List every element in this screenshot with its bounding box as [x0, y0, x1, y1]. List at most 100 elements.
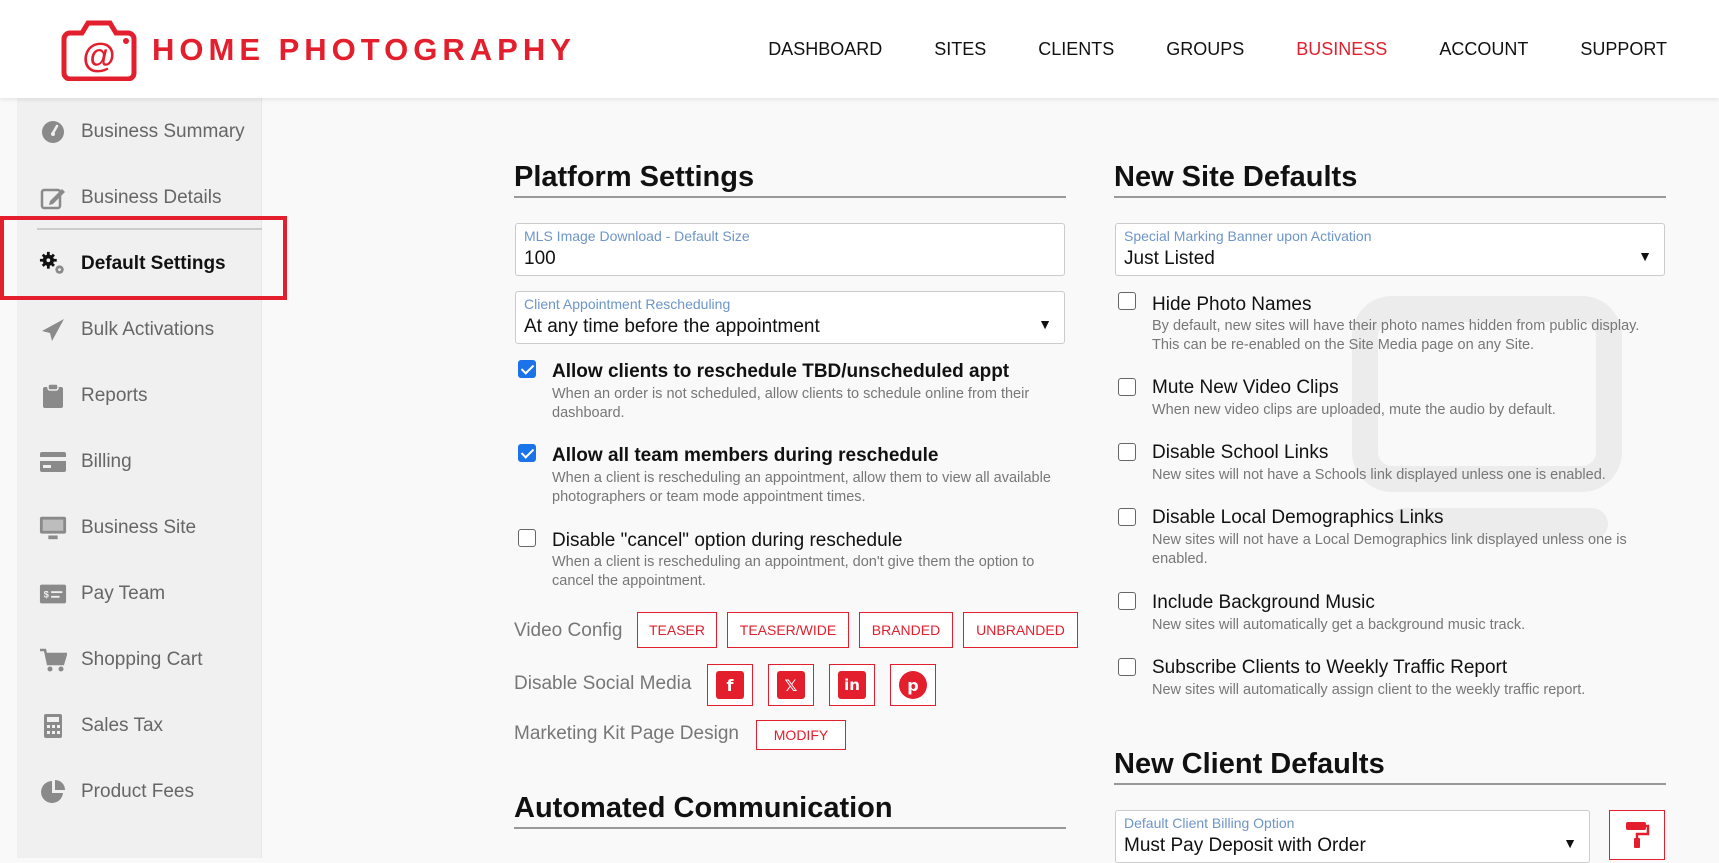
clipboard-icon: [39, 382, 67, 410]
sidebar-item-label: Pay Team: [81, 583, 166, 604]
video-branded-button[interactable]: BRANDED: [859, 612, 953, 648]
checkbox-description: New sites will automatically get a backg…: [1152, 617, 1526, 633]
nav-groups[interactable]: GROUPS: [1166, 39, 1244, 60]
all-team-members-checkbox[interactable]: [518, 444, 536, 462]
sidebar-item-label: Business Details: [81, 187, 222, 208]
brand-name[interactable]: HOME PHOTOGRAPHY: [152, 32, 576, 68]
field-label: Client Appointment Rescheduling: [524, 296, 731, 312]
background-music-checkbox[interactable]: [1118, 592, 1136, 610]
nav-support[interactable]: SUPPORT: [1580, 39, 1667, 60]
paper-plane-icon: [39, 316, 67, 344]
linkedin-toggle[interactable]: in: [829, 664, 875, 706]
x-twitter-toggle[interactable]: 𝕏: [768, 664, 814, 706]
sidebar-item-label: Business Site: [81, 517, 197, 538]
sidebar-item-label: Reports: [81, 385, 148, 406]
cart-icon: [39, 646, 67, 674]
sidebar-item-label: Product Fees: [81, 781, 194, 802]
disable-social-label: Disable Social Media: [514, 673, 692, 694]
nav-dashboard[interactable]: DASHBOARD: [768, 39, 882, 60]
sidebar-item-bulk-activations[interactable]: Bulk Activations: [17, 300, 262, 360]
marking-banner-select[interactable]: Special Marking Banner upon Activation J…: [1115, 223, 1665, 276]
new-client-defaults-title: New Client Defaults: [1114, 748, 1666, 785]
facebook-toggle[interactable]: f: [707, 664, 753, 706]
weekly-traffic-report-checkbox[interactable]: [1118, 658, 1136, 676]
field-value: Just Listed: [1124, 248, 1215, 269]
reschedule-select[interactable]: Client Appointment Rescheduling At any t…: [515, 291, 1065, 344]
sidebar-item-label: Shopping Cart: [81, 649, 203, 670]
video-unbranded-button[interactable]: UNBRANDED: [963, 612, 1078, 648]
platform-settings-title: Platform Settings: [514, 161, 1066, 198]
camera-at-logo-icon[interactable]: @: [60, 15, 138, 81]
gauge-icon: [39, 118, 67, 146]
marketing-kit-label: Marketing Kit Page Design: [514, 723, 739, 744]
new-site-defaults-title: New Site Defaults: [1114, 161, 1666, 198]
checkbox-description: New sites will not have a Local Demograp…: [1152, 532, 1627, 567]
money-check-icon: $: [39, 580, 67, 608]
checkbox-title: Disable "cancel" option during reschedul…: [552, 530, 903, 551]
sidebar-item-business-site[interactable]: Business Site: [17, 498, 262, 558]
checkbox-title: Include Background Music: [1152, 592, 1375, 613]
sidebar-item-label: Billing: [81, 451, 132, 472]
checkbox-title: Allow all team members during reschedule: [552, 445, 939, 466]
checkbox-description: When new video clips are uploaded, mute …: [1152, 402, 1556, 418]
checkbox-description: New sites will not have a Schools link d…: [1152, 467, 1606, 483]
sidebar-item-sales-tax[interactable]: Sales Tax: [17, 696, 262, 756]
calculator-icon: [39, 712, 67, 740]
sidebar-item-product-fees[interactable]: Product Fees: [17, 762, 262, 822]
checkbox-description: By default, new sites will have their ph…: [1152, 318, 1640, 353]
svg-text:@: @: [82, 37, 115, 75]
video-teaser-wide-button[interactable]: TEASER/WIDE: [727, 612, 849, 648]
nav-clients[interactable]: CLIENTS: [1038, 39, 1114, 60]
edit-icon: [39, 184, 67, 212]
caret-down-icon: ▼: [1638, 248, 1652, 264]
video-teaser-button[interactable]: TEASER: [637, 612, 717, 648]
facebook-icon: f: [716, 671, 744, 699]
checkbox-title: Mute New Video Clips: [1152, 377, 1339, 398]
checkbox-title: Disable Local Demographics Links: [1152, 507, 1444, 528]
monitor-icon: [39, 514, 67, 542]
nav-account[interactable]: ACCOUNT: [1439, 39, 1528, 60]
checkbox-description: When an order is not scheduled, allow cl…: [552, 386, 1030, 421]
checkbox-title: Subscribe Clients to Weekly Traffic Repo…: [1152, 657, 1508, 678]
video-config-label: Video Config: [514, 620, 623, 641]
checkbox-title: Allow clients to reschedule TBD/unschedu…: [552, 361, 1010, 382]
sidebar-item-billing[interactable]: Billing: [17, 432, 262, 492]
field-label: MLS Image Download - Default Size: [524, 228, 750, 244]
caret-down-icon: ▼: [1563, 835, 1577, 851]
checkbox-title: Disable School Links: [1152, 442, 1329, 463]
apply-billing-button[interactable]: [1609, 810, 1665, 860]
linkedin-icon: in: [838, 671, 866, 699]
mls-image-size-field[interactable]: MLS Image Download - Default Size 100: [515, 223, 1065, 276]
sidebar-item-label: Bulk Activations: [81, 319, 215, 340]
field-label: Default Client Billing Option: [1124, 815, 1295, 831]
hide-photo-names-checkbox[interactable]: [1118, 292, 1136, 310]
mute-video-clips-checkbox[interactable]: [1118, 378, 1136, 396]
sidebar-item-business-summary[interactable]: Business Summary: [17, 102, 262, 162]
marketing-modify-button[interactable]: MODIFY: [756, 720, 846, 750]
main-nav: DASHBOARD SITES CLIENTS GROUPS BUSINESS …: [716, 0, 1719, 98]
sidebar-item-reports[interactable]: Reports: [17, 366, 262, 426]
sidebar-item-pay-team[interactable]: $ Pay Team: [17, 564, 262, 624]
disable-cancel-checkbox[interactable]: [518, 529, 536, 547]
sidebar-item-shopping-cart[interactable]: Shopping Cart: [17, 630, 262, 690]
caret-down-icon: ▼: [1038, 316, 1052, 332]
disable-demographics-checkbox[interactable]: [1118, 508, 1136, 526]
reschedule-tbd-checkbox[interactable]: [518, 360, 536, 378]
disable-school-links-checkbox[interactable]: [1118, 443, 1136, 461]
pinterest-toggle[interactable]: p: [890, 664, 936, 706]
paint-roller-icon: [1626, 822, 1650, 848]
field-label: Special Marking Banner upon Activation: [1124, 228, 1372, 244]
checkbox-description: When a client is rescheduling an appoint…: [552, 554, 1035, 589]
svg-text:$: $: [44, 590, 50, 600]
client-billing-select[interactable]: Default Client Billing Option Must Pay D…: [1115, 810, 1590, 863]
pie-chart-icon: [39, 778, 67, 806]
checkbox-description: When a client is rescheduling an appoint…: [552, 470, 1051, 505]
nav-business[interactable]: BUSINESS: [1296, 39, 1387, 60]
sidebar-item-label: Sales Tax: [81, 715, 164, 736]
checkbox-title: Hide Photo Names: [1152, 294, 1312, 315]
nav-sites[interactable]: SITES: [934, 39, 986, 60]
pinterest-icon: p: [899, 671, 927, 699]
active-item-highlight: [0, 216, 287, 300]
field-value: At any time before the appointment: [524, 316, 820, 337]
sidebar: Business Summary Business Details Defaul…: [17, 98, 262, 858]
